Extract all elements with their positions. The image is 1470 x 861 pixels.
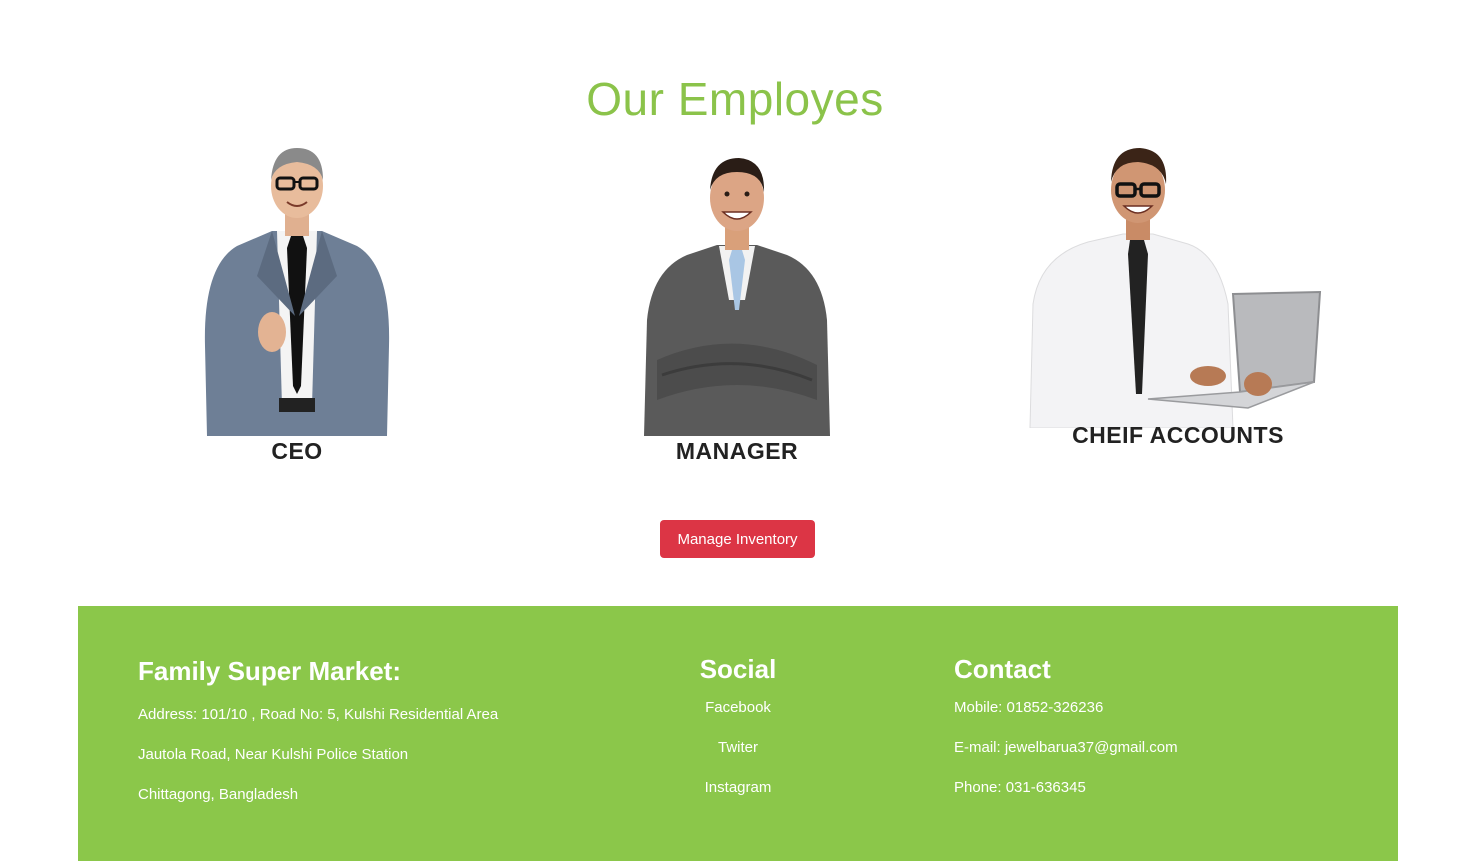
footer-contact-heading: Contact [954,654,1051,684]
employee-role: CEO [271,438,323,464]
accounts-photo [1029,148,1322,428]
ceo-photo [204,148,390,436]
footer-social: Social Facebook Twiter Instagram [638,654,838,813]
address-line: Address: 101/10 , Road No: 5, Kulshi Res… [138,706,499,723]
footer: Family Super Market: Address: 101/10 , R… [78,606,1398,861]
employee-role: MANAGER [675,438,799,464]
page: Our Employes CEO MANAGER CHEIF ACCOUNTS … [0,0,1470,861]
footer-contact: Contact Mobile: 01852-326236 E-mail: jew… [954,654,1334,813]
employee-card-ceo: CEO [177,136,417,465]
contact-email: E-mail: jewelbarua37@gmail.com [954,739,1178,756]
address-line: Chittagong, Bangladesh [138,786,299,803]
footer-social-heading: Social [699,654,777,684]
employee-card-manager: MANAGER [617,150,857,465]
twitter-link[interactable]: Twiter [718,739,758,756]
footer-about: Family Super Market: Address: 101/10 , R… [138,656,658,815]
footer-about-heading: Family Super Market: [138,656,401,686]
instagram-link[interactable]: Instagram [705,779,772,796]
facebook-link[interactable]: Facebook [705,699,771,716]
employee-card-accounts: CHEIF ACCOUNTS [1018,144,1338,449]
section-title: Our Employes [586,73,884,125]
address-line: Jautola Road, Near Kulshi Police Station [138,746,409,763]
contact-phone: Phone: 031-636345 [954,779,1086,796]
manage-inventory-button[interactable]: Manage Inventory [660,520,815,558]
manager-photo [644,158,830,436]
contact-mobile: Mobile: 01852-326236 [954,699,1104,716]
